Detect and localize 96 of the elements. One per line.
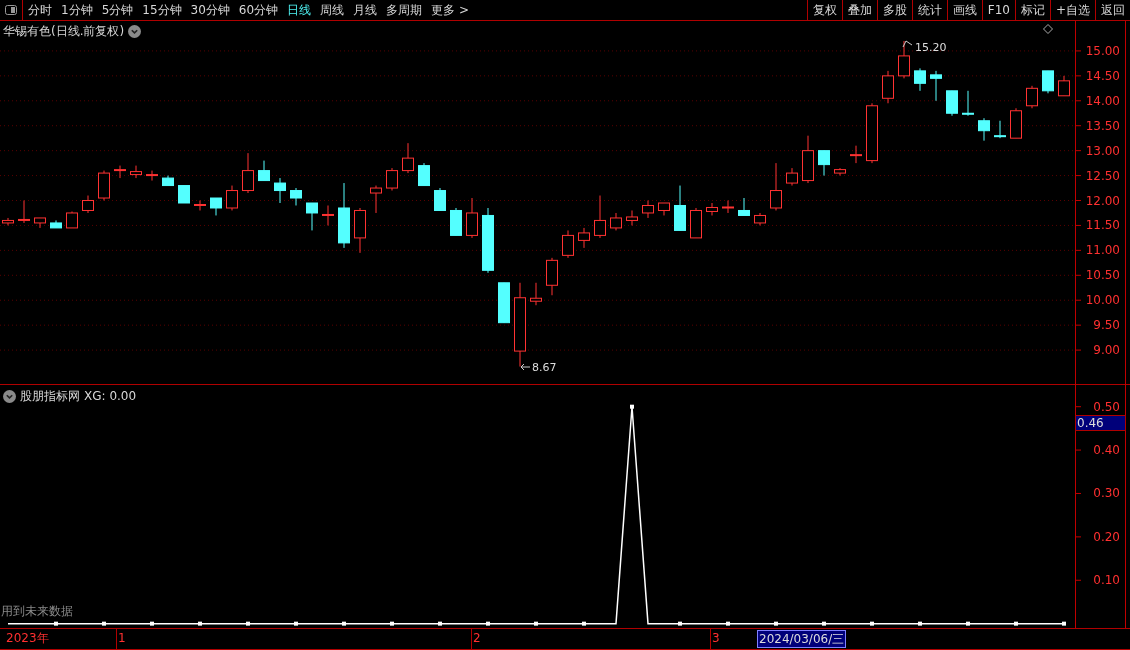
candlestick	[898, 40, 910, 79]
candlestick	[1026, 85, 1038, 109]
price-label: 11.00	[1085, 243, 1120, 258]
candlestick	[946, 90, 958, 117]
candlestick	[194, 200, 206, 211]
toolbar-button[interactable]: 复权	[806, 0, 842, 20]
candlestick	[642, 200, 654, 219]
candlestick	[146, 170, 158, 182]
candlestick	[114, 165, 126, 179]
period-tab[interactable]: 30分钟	[190, 1, 230, 19]
period-tab[interactable]: 5分钟	[101, 1, 134, 19]
toolbar-button[interactable]: F10	[981, 0, 1015, 20]
time-label: 2	[473, 630, 481, 646]
candlestick	[882, 70, 894, 104]
price-label: 10.50	[1085, 268, 1120, 283]
candlestick	[594, 195, 606, 239]
axis-label: 0.20	[1093, 529, 1120, 544]
candlestick	[978, 117, 990, 142]
candlestick	[994, 120, 1006, 139]
price-label: 9.50	[1093, 318, 1120, 333]
candlestick	[722, 200, 734, 214]
candlestick	[18, 200, 30, 224]
candlestick	[434, 187, 446, 211]
candlestick	[962, 90, 974, 117]
indicator-reading: XG: 0.00	[84, 388, 137, 405]
candlestick	[1058, 75, 1070, 97]
axis-label: 0.10	[1093, 573, 1120, 588]
candlestick	[626, 209, 638, 226]
candlestick	[306, 202, 318, 231]
period-tab[interactable]: 更多 >	[431, 1, 469, 19]
price-label: 13.50	[1085, 118, 1120, 133]
candlestick	[258, 160, 270, 182]
candlestick	[226, 185, 238, 211]
candlestick	[738, 197, 750, 216]
period-tab[interactable]: 15分钟	[142, 1, 182, 19]
candlestick	[850, 145, 862, 164]
candlestick	[530, 282, 542, 306]
period-tab[interactable]: 月线	[353, 1, 378, 19]
toolbar-button[interactable]: 标记	[1014, 0, 1050, 20]
period-tab[interactable]: 周线	[320, 1, 345, 19]
toolbar-button[interactable]: 统计	[911, 0, 947, 20]
candlestick	[370, 185, 382, 214]
candlestick	[130, 165, 142, 179]
price-label: 14.50	[1085, 68, 1120, 83]
toolbar-button[interactable]: 返回	[1095, 0, 1130, 20]
candlestick	[322, 204, 334, 226]
toolbar-button[interactable]: +自选	[1049, 0, 1095, 20]
stock-title: 华锡有色(日线.前复权)	[3, 23, 125, 40]
axis-label: 0.30	[1093, 486, 1120, 501]
candlestick	[242, 152, 254, 194]
candlestick	[386, 167, 398, 192]
candlestick	[274, 177, 286, 204]
price-label: 15.00	[1085, 43, 1120, 58]
candlestick	[930, 70, 942, 102]
period-tab[interactable]: 分时	[28, 1, 52, 19]
candlestick	[418, 162, 430, 187]
candlestick	[562, 229, 574, 259]
candlestick	[770, 162, 782, 211]
dropdown-icon[interactable]	[3, 389, 16, 403]
period-tab[interactable]: 1分钟	[61, 1, 93, 19]
candlestick	[578, 227, 590, 249]
dropdown-icon[interactable]	[128, 24, 142, 38]
toolbar-button[interactable]: 多股	[876, 0, 912, 20]
axis-label: 0.40	[1093, 443, 1120, 458]
price-label: 14.00	[1085, 93, 1120, 108]
price-label: 13.00	[1085, 143, 1120, 158]
candlestick	[1042, 70, 1054, 94]
panel-icon	[5, 5, 17, 15]
candlestick	[818, 150, 830, 177]
candlestick	[914, 67, 926, 92]
candlestick	[290, 187, 302, 206]
time-label: 3	[712, 630, 720, 646]
indicator-title: 股朋指标网	[20, 388, 80, 405]
period-tab[interactable]: 60分钟	[238, 1, 279, 19]
toolbar-button[interactable]: 叠加	[841, 0, 877, 20]
time-label: 2024/03/06/三	[757, 630, 847, 648]
low-price-label: 8.67	[532, 361, 557, 374]
candlestick	[706, 202, 718, 216]
period-tab[interactable]: 日线	[287, 1, 312, 19]
current-value-badge: 0.46	[1075, 415, 1126, 431]
high-price-label: 15.20	[915, 41, 947, 54]
candlestick	[402, 142, 414, 174]
price-label: 12.00	[1085, 193, 1120, 208]
diamond-icon[interactable]	[1043, 24, 1053, 34]
price-label: 12.50	[1085, 168, 1120, 183]
toolbar-button[interactable]: 画线	[946, 0, 982, 20]
time-label: 2023年	[6, 630, 49, 646]
price-label: 11.50	[1085, 218, 1120, 233]
axis-label: 0.50	[1093, 399, 1120, 414]
low-marker-arrow	[520, 363, 531, 371]
price-label: 10.00	[1085, 293, 1120, 308]
time-label: 1	[118, 630, 126, 646]
period-tab[interactable]: 多周期	[386, 1, 423, 19]
price-label: 9.00	[1093, 343, 1120, 358]
warning-text: 用到未来数据	[1, 604, 73, 618]
candlestick	[466, 197, 478, 239]
